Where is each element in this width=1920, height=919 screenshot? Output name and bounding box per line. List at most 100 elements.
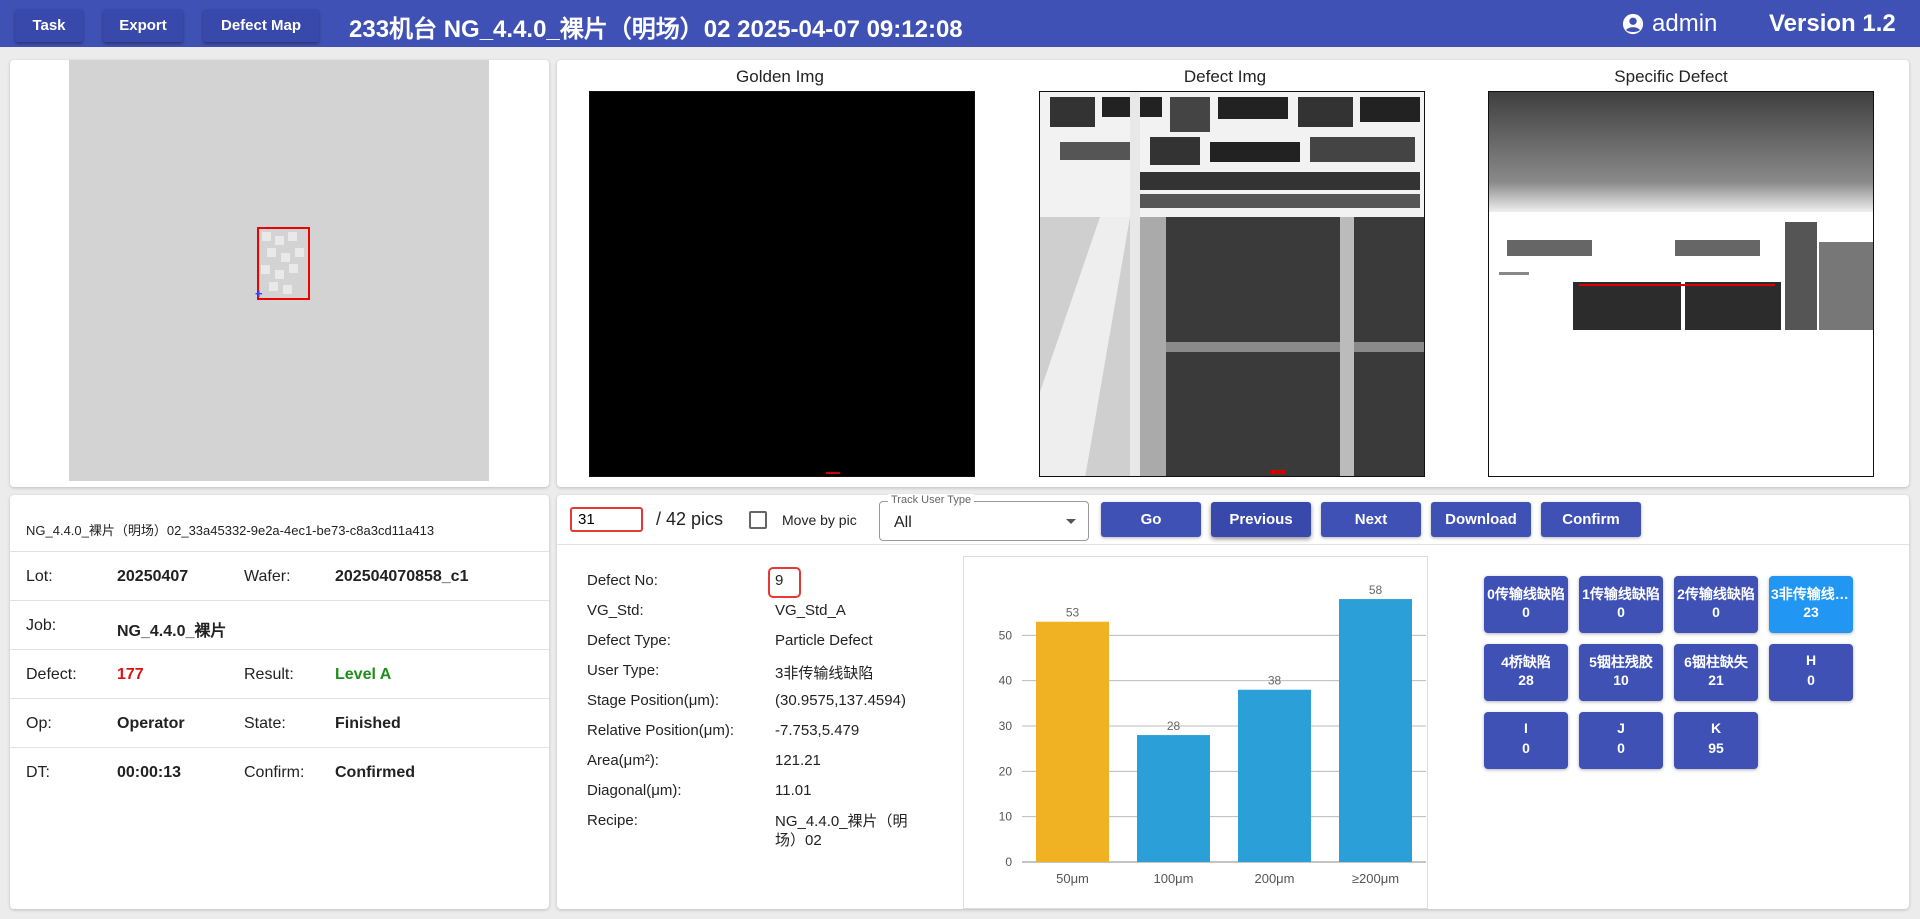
defect-no-highlight (768, 567, 801, 598)
dropdown-caret-icon (1066, 519, 1076, 524)
defect-map-button[interactable]: Defect Map (203, 9, 319, 42)
dt-label: DT: (26, 764, 50, 781)
user-type-label: User Type: (587, 662, 660, 679)
wafer-label: Wafer: (244, 568, 291, 585)
category-button[interactable]: K 95 (1674, 712, 1758, 769)
category-name: 1传输线缺陷 (1582, 586, 1660, 602)
category-button[interactable]: 5铟柱残胶 10 (1579, 644, 1663, 701)
vg-std-value: VG_Std_A (775, 602, 846, 619)
download-button[interactable]: Download (1431, 502, 1531, 537)
category-button[interactable]: 2传输线缺陷 0 (1674, 576, 1758, 633)
confirm-button[interactable]: Confirm (1541, 502, 1641, 537)
confirm-label: Confirm: (244, 764, 305, 781)
job-label: Job: (26, 617, 57, 634)
user-type-value: 3非传输线缺陷 (775, 665, 874, 682)
dt-value: 00:00:13 (117, 764, 182, 781)
chart-data-label: 38 (1268, 674, 1282, 688)
chart-data-label: 53 (1066, 606, 1080, 620)
area-label: Area(μm²): (587, 752, 659, 769)
info-row-op: Op: Operator State: Finished (9, 698, 549, 747)
category-button[interactable]: I0 (1484, 712, 1568, 769)
category-count: 0 (1617, 604, 1625, 620)
account-circle-icon (1622, 13, 1644, 35)
result-value: Level A (335, 666, 392, 683)
defect-image[interactable] (1039, 91, 1425, 477)
chart-x-tick-label: 50μm (1056, 871, 1089, 886)
defect-size-chart-panel: 0 10 20 30 40 50 53 50μm 28 100μm 38 200μm 58 ≥200μm (963, 556, 1428, 909)
previous-button[interactable]: Previous (1211, 502, 1311, 537)
category-count: 10 (1613, 672, 1629, 688)
chart-y-tick-label: 20 (999, 764, 1013, 778)
golden-image[interactable] (589, 91, 975, 477)
specific-defect-title: Specific Defect (1614, 67, 1728, 86)
defect-type-value: Particle Defect (775, 632, 873, 649)
track-user-type-value: All (894, 514, 912, 531)
user-menu[interactable]: admin (1622, 10, 1717, 38)
chart-x-tick-label: 200μm (1254, 871, 1294, 886)
category-count: 0 (1522, 604, 1530, 620)
chart-data-label: 58 (1369, 583, 1383, 597)
op-label: Op: (26, 715, 52, 732)
relative-position-value: -7.753,5.479 (775, 722, 860, 739)
chart-y-tick-label: 50 (999, 628, 1013, 642)
chart-x-tick-label: ≥200μm (1352, 871, 1399, 886)
diagonal-value: 11.01 (775, 782, 812, 799)
chart-y-tick-label: 10 (999, 810, 1013, 824)
category-name: J (1617, 720, 1625, 736)
category-button[interactable]: 4桥缺陷 28 (1484, 644, 1568, 701)
category-count: 95 (1708, 740, 1724, 756)
move-by-pic-checkbox[interactable] (749, 511, 767, 529)
stage-position-value: (30.9575,137.4594) (775, 692, 906, 709)
pics-total-label: / 42 pics (656, 509, 724, 529)
category-name: H (1805, 652, 1817, 668)
category-name: I (1524, 720, 1528, 736)
defect-no-label: Defect No: (587, 572, 658, 589)
track-user-type-legend: Track User Type (888, 494, 975, 506)
category-button[interactable]: 3非传输线缺陷 23 (1769, 576, 1853, 633)
chart-x-tick-label: 100μm (1153, 871, 1193, 886)
defect-size-chart: 0 10 20 30 40 50 53 50μm 28 100μm 38 200μm 58 ≥200μm (999, 583, 1426, 886)
category-name: 3非传输线缺陷 (1771, 586, 1851, 602)
wafer-map[interactable]: + (69, 60, 489, 481)
go-button[interactable]: Go (1101, 502, 1201, 537)
chart-y-tick-label: 40 (999, 674, 1013, 688)
defect-img-title: Defect Img (1183, 67, 1267, 86)
golden-defect-mark (826, 472, 840, 474)
defect-count-value: 177 (117, 666, 144, 683)
lot-label: Lot: (26, 568, 53, 585)
category-button[interactable]: H0 (1769, 644, 1853, 701)
state-value: Finished (335, 715, 401, 732)
info-row-dt: DT: 00:00:13 Confirm: Confirmed (9, 747, 549, 796)
result-label: Result: (244, 666, 294, 683)
category-name: 0传输线缺陷 (1487, 586, 1565, 602)
export-button[interactable]: Export (103, 9, 183, 42)
golden-img-title: Golden Img (736, 67, 824, 86)
specific-defect-render (1489, 92, 1873, 476)
category-count: 0 (1617, 740, 1625, 756)
page-title: 233机台 NG_4.4.0_裸片（明场）02 2025-04-07 09:12… (349, 16, 963, 43)
selected-region-box (257, 227, 310, 300)
defect-no-value: 9 (775, 572, 784, 589)
defect-count-label: Defect: (26, 666, 77, 683)
info-row-lot: Lot: 20250407 Wafer: 202504070858_c1 (9, 551, 549, 600)
category-name: 6铟柱缺失 (1684, 654, 1748, 670)
task-button[interactable]: Task (15, 9, 83, 42)
category-button[interactable]: 0传输线缺陷 0 (1484, 576, 1568, 633)
specific-defect-image[interactable] (1488, 91, 1874, 477)
category-name: 5铟柱残胶 (1589, 654, 1653, 670)
category-count: 28 (1518, 672, 1534, 688)
next-button[interactable]: Next (1321, 502, 1421, 537)
category-name: K (1710, 720, 1722, 736)
category-button[interactable]: 1传输线缺陷 0 (1579, 576, 1663, 633)
relative-position-label: Relative Position(μm): (587, 722, 735, 739)
username: admin (1652, 10, 1718, 37)
category-count: 0 (1522, 740, 1530, 756)
track-user-type-select[interactable]: Track User Type All (879, 494, 1089, 541)
pic-number-input[interactable] (570, 507, 643, 532)
job-value: NG_4.4.0_裸片 (117, 623, 227, 640)
top-bar: Task Export Defect Map 233机台 NG_4.4.0_裸片… (0, 0, 1920, 47)
category-button[interactable]: J0 (1579, 712, 1663, 769)
category-button[interactable]: 6铟柱缺失 21 (1674, 644, 1758, 701)
stage-position-label: Stage Position(μm): (587, 692, 720, 709)
defect-position-marker: + (255, 286, 263, 301)
